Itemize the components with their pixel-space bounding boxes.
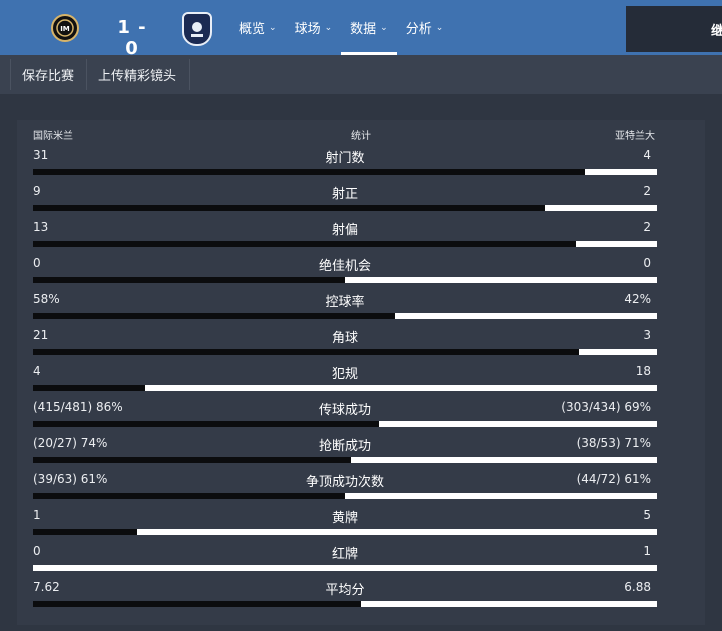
home-share-fill: [33, 493, 345, 499]
stat-comparison-bar: [33, 493, 657, 499]
stat-label: 角球: [331, 331, 358, 346]
svg-text:IM: IM: [60, 25, 70, 33]
home-share-fill: [33, 349, 579, 355]
away-stat-value: 3: [643, 328, 651, 342]
stat-label: 红牌: [331, 547, 358, 562]
stat-comparison-bar: [33, 349, 657, 355]
match-score: 1 - 0: [117, 17, 147, 59]
stat-row: (39/63) 61% 争顶成功次数 (44/72) 61%: [33, 466, 657, 502]
away-stat-value: 5: [643, 508, 651, 522]
stat-comparison-bar: [33, 421, 657, 427]
stat-row: (415/481) 86% 传球成功 (303/434) 69%: [33, 394, 657, 430]
stat-row: 31 射门数 4: [33, 142, 657, 178]
stat-comparison-bar: [33, 457, 657, 463]
stat-label: 射正: [331, 187, 358, 202]
away-stat-value: 2: [643, 184, 651, 198]
stat-row: 13 射偏 2: [33, 214, 657, 250]
chevron-down-icon: ⌄: [435, 22, 444, 33]
stat-comparison-bar: [33, 529, 657, 535]
stat-label: 射偏: [331, 223, 358, 238]
home-share-fill: [33, 529, 138, 535]
stat-row: 4 犯规 18: [33, 358, 657, 394]
save-match-button[interactable]: 保存比赛: [10, 59, 87, 90]
away-stat-value: (38/53) 71%: [576, 436, 651, 450]
home-share-fill: [33, 241, 576, 247]
stat-comparison-bar: [33, 241, 657, 247]
match-topbar: IM 1 - 0 概览 ⌄ 球场 ⌄ 数据 ⌄ 分析 ⌄ 继: [0, 0, 722, 59]
chevron-down-icon: ⌄: [324, 22, 333, 33]
nav-pitch-label: 球场: [294, 22, 321, 37]
stat-comparison-bar: [33, 601, 657, 607]
stat-row: 0 绝佳机会 0: [33, 250, 657, 286]
stat-label: 黄牌: [331, 511, 358, 526]
stat-label: 绝佳机会: [318, 259, 371, 274]
stat-comparison-bar: [33, 313, 657, 319]
stats-title: 统计: [351, 131, 371, 142]
away-stat-value: 0: [643, 256, 651, 270]
away-stat-value: 42%: [624, 292, 651, 306]
upload-highlights-button[interactable]: 上传精彩镜头: [87, 59, 190, 90]
stat-row: (20/27) 74% 抢断成功 (38/53) 71%: [33, 430, 657, 466]
chevron-down-icon: ⌄: [380, 22, 388, 33]
nav-overview-label: 概览: [239, 22, 266, 37]
stat-row: 58% 控球率 42%: [33, 286, 657, 322]
nav-pitch[interactable]: 球场 ⌄: [286, 0, 342, 55]
stat-comparison-bar: [33, 169, 657, 175]
home-share-fill: [33, 601, 361, 607]
stat-row: 0 红牌 1: [33, 538, 657, 574]
nav-analysis[interactable]: 分析 ⌄: [397, 0, 453, 55]
away-stat-value: 2: [643, 220, 651, 234]
home-share-fill: [33, 169, 586, 175]
away-stat-value: 4: [643, 148, 651, 162]
stat-row: 9 射正 2: [33, 178, 657, 214]
stat-comparison-bar: [33, 277, 657, 283]
home-share-fill: [33, 457, 352, 463]
match-toolbar: 保存比赛 上传精彩镜头: [0, 55, 722, 94]
away-stat-value: (303/434) 69%: [561, 400, 651, 414]
continue-button-label: 继: [711, 24, 722, 39]
nav-stats[interactable]: 数据 ⌄: [341, 0, 397, 55]
away-team-header: 亚特兰大: [615, 131, 655, 142]
home-share-fill: [33, 313, 395, 319]
stat-label: 射门数: [325, 151, 365, 166]
home-share-fill: [33, 277, 345, 283]
stat-label: 平均分: [325, 583, 365, 598]
home-share-fill: [33, 421, 380, 427]
continue-button[interactable]: 继: [626, 6, 722, 52]
stat-row: 7.62 平均分 6.88: [33, 574, 657, 610]
stat-comparison-bar: [33, 385, 657, 391]
inter-crest-icon: IM: [51, 14, 79, 42]
chevron-down-icon: ⌄: [269, 22, 277, 33]
stat-comparison-bar: [33, 565, 657, 571]
nav-overview[interactable]: 概览 ⌄: [230, 0, 286, 55]
nav-stats-label: 数据: [350, 22, 377, 37]
stat-row: 21 角球 3: [33, 322, 657, 358]
home-share-fill: [33, 205, 545, 211]
away-stat-value: 1: [643, 544, 651, 558]
away-stat-value: 6.88: [624, 580, 651, 594]
nav-analysis-label: 分析: [405, 22, 432, 37]
stat-label: 犯规: [331, 367, 358, 382]
stat-comparison-bar: [33, 205, 657, 211]
home-share-fill: [33, 385, 146, 391]
away-stat-value: (44/72) 61%: [576, 472, 651, 486]
stat-label: 争顶成功次数: [305, 475, 384, 490]
main-nav: 概览 ⌄ 球场 ⌄ 数据 ⌄ 分析 ⌄: [230, 0, 452, 55]
atalanta-crest-icon: [182, 12, 212, 46]
stat-label: 抢断成功: [318, 439, 371, 454]
away-stat-value: 18: [635, 364, 651, 378]
stat-label: 控球率: [325, 295, 365, 310]
stat-row: 1 黄牌 5: [33, 502, 657, 538]
